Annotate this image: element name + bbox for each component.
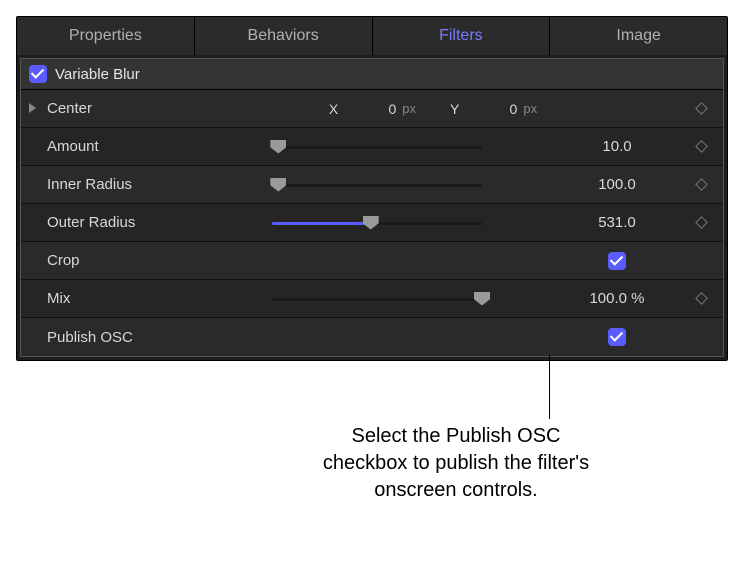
param-row-amount: Amount 10.0 — [21, 128, 723, 166]
param-label-inner-radius: Inner Radius — [47, 176, 207, 193]
filter-title: Variable Blur — [55, 66, 140, 83]
center-x-value[interactable]: 0 — [348, 101, 396, 117]
keyframe-icon[interactable] — [695, 102, 708, 115]
tab-filters[interactable]: Filters — [372, 17, 550, 55]
amount-value[interactable]: 10.0 — [547, 138, 687, 155]
axis-y-label: Y — [450, 101, 459, 117]
slider-thumb-icon[interactable] — [363, 216, 379, 230]
param-row-publish-osc: Publish OSC — [21, 318, 723, 356]
center-y-unit: px — [523, 101, 537, 116]
inspector-tabs: Properties Behaviors Filters Image — [17, 17, 727, 55]
param-label-outer-radius: Outer Radius — [47, 214, 207, 231]
amount-slider[interactable] — [272, 138, 482, 156]
param-row-mix: Mix 100.0 % — [21, 280, 723, 318]
param-row-outer-radius: Outer Radius 531.0 — [21, 204, 723, 242]
center-y-value[interactable]: 0 — [469, 101, 517, 117]
inspector-panel: Properties Behaviors Filters Image Varia… — [16, 16, 728, 361]
mix-slider[interactable] — [272, 290, 482, 308]
center-xy-controls: X 0 px Y 0 px — [189, 101, 687, 117]
param-label-crop: Crop — [47, 252, 207, 269]
tab-behaviors[interactable]: Behaviors — [194, 17, 372, 55]
keyframe-icon[interactable] — [695, 292, 708, 305]
keyframe-icon[interactable] — [695, 178, 708, 191]
center-x-unit: px — [402, 101, 416, 116]
keyframe-icon[interactable] — [695, 140, 708, 153]
slider-thumb-icon[interactable] — [474, 292, 490, 306]
param-label-amount: Amount — [47, 138, 207, 155]
disclosure-triangle-icon[interactable] — [29, 103, 41, 115]
filter-header-row: Variable Blur — [21, 59, 723, 90]
outer-radius-value[interactable]: 531.0 — [547, 214, 687, 231]
param-label-center: Center — [47, 100, 189, 117]
filters-content: Variable Blur Center X 0 px Y 0 px A — [20, 58, 724, 357]
param-label-publish-osc: Publish OSC — [47, 329, 207, 346]
tab-properties[interactable]: Properties — [17, 17, 194, 55]
keyframe-icon[interactable] — [695, 216, 708, 229]
tab-image[interactable]: Image — [549, 17, 727, 55]
annotation: Select the Publish OSC checkbox to publi… — [16, 361, 728, 531]
callout-text: Select the Publish OSC checkbox to publi… — [316, 423, 596, 504]
publish-osc-checkbox[interactable] — [608, 328, 626, 346]
param-row-inner-radius: Inner Radius 100.0 — [21, 166, 723, 204]
inner-radius-slider[interactable] — [272, 176, 482, 194]
outer-radius-slider[interactable] — [272, 214, 482, 232]
param-row-crop: Crop — [21, 242, 723, 280]
filter-enable-checkbox[interactable] — [29, 65, 47, 83]
callout-leader-line — [549, 355, 550, 419]
param-label-mix: Mix — [47, 290, 207, 307]
slider-thumb-icon[interactable] — [270, 178, 286, 192]
slider-thumb-icon[interactable] — [270, 140, 286, 154]
axis-x-label: X — [329, 101, 338, 117]
crop-checkbox[interactable] — [608, 252, 626, 270]
inner-radius-value[interactable]: 100.0 — [547, 176, 687, 193]
param-row-center: Center X 0 px Y 0 px — [21, 90, 723, 128]
mix-value[interactable]: 100.0 % — [547, 290, 687, 307]
